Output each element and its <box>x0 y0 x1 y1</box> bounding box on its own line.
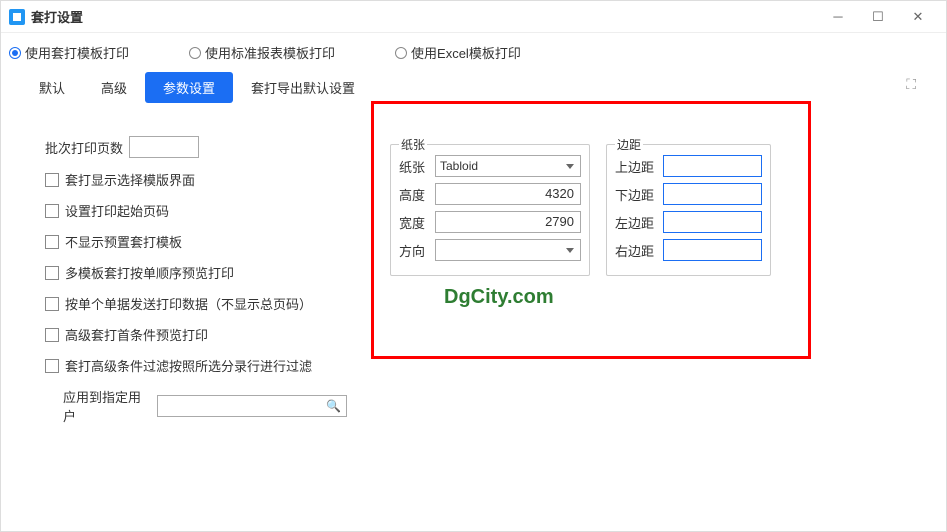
tab-default[interactable]: 默认 <box>21 72 83 103</box>
paper-fieldset: 纸张 纸张 Tabloid 高度 4320 宽度 2790 方向 <box>390 144 590 276</box>
checkbox-label: 高级套打首条件预览打印 <box>65 325 208 344</box>
right-panel: 纸张 纸张 Tabloid 高度 4320 宽度 2790 方向 <box>371 113 926 434</box>
apply-user-label: 应用到指定用户 <box>63 387 151 425</box>
radio-icon <box>189 47 201 59</box>
tab-advanced[interactable]: 高级 <box>83 72 145 103</box>
checkbox-multi-template-order[interactable] <box>45 266 59 280</box>
margin-bottom-label: 下边距 <box>615 185 663 204</box>
close-button[interactable]: ✕ <box>898 3 938 31</box>
margin-left-label: 左边距 <box>615 213 663 232</box>
height-label: 高度 <box>399 185 435 204</box>
batch-pages-input[interactable] <box>129 136 199 158</box>
margin-right-input[interactable] <box>663 239 762 261</box>
paper-label: 纸张 <box>399 157 435 176</box>
apply-user-input[interactable] <box>157 395 347 417</box>
batch-pages-label: 批次打印页数 <box>45 138 123 157</box>
margin-legend: 边距 <box>615 136 643 153</box>
search-icon[interactable]: 🔍 <box>326 399 341 413</box>
tab-param-settings[interactable]: 参数设置 <box>145 72 233 103</box>
radio-use-standard-template[interactable]: 使用标准报表模板打印 <box>189 43 335 62</box>
window-title: 套打设置 <box>31 7 818 26</box>
radio-label: 使用标准报表模板打印 <box>205 43 335 62</box>
paper-select[interactable]: Tabloid <box>435 155 581 177</box>
checkbox-label: 按单个单据发送打印数据（不显示总页码） <box>65 294 312 313</box>
checkbox-label: 设置打印起始页码 <box>65 201 169 220</box>
checkbox-label: 多模板套打按单顺序预览打印 <box>65 263 234 282</box>
checkbox-advanced-first-condition[interactable] <box>45 328 59 342</box>
checkbox-single-doc-send[interactable] <box>45 297 59 311</box>
checkbox-set-start-page[interactable] <box>45 204 59 218</box>
watermark-text: DgCity.com <box>444 286 554 309</box>
checkbox-advanced-filter-by-entry[interactable] <box>45 359 59 373</box>
radio-label: 使用Excel模板打印 <box>411 43 521 62</box>
minimize-button[interactable]: ─ <box>818 3 858 31</box>
checkbox-show-template-selection[interactable] <box>45 173 59 187</box>
left-panel: 批次打印页数 套打显示选择模版界面 设置打印起始页码 不显示预置套打模板 多模板… <box>21 113 371 434</box>
paper-legend: 纸张 <box>399 136 427 153</box>
checkbox-label: 不显示预置套打模板 <box>65 232 182 251</box>
tab-export-default[interactable]: 套打导出默认设置 <box>233 72 373 103</box>
title-bar: 套打设置 ─ ☐ ✕ <box>1 1 946 33</box>
app-icon <box>9 9 25 25</box>
margin-top-input[interactable] <box>663 155 762 177</box>
expand-icon[interactable]: ⛶ <box>906 76 916 93</box>
width-label: 宽度 <box>399 213 435 232</box>
radio-use-excel-template[interactable]: 使用Excel模板打印 <box>395 43 521 62</box>
maximize-button[interactable]: ☐ <box>858 3 898 31</box>
margin-right-label: 右边距 <box>615 241 663 260</box>
checkbox-hide-preset-templates[interactable] <box>45 235 59 249</box>
orientation-select[interactable] <box>435 239 581 261</box>
checkbox-label: 套打高级条件过滤按照所选分录行进行过滤 <box>65 356 312 375</box>
highlight-box: 纸张 纸张 Tabloid 高度 4320 宽度 2790 方向 <box>371 101 811 359</box>
radio-icon <box>9 47 21 59</box>
radio-use-overlay-template[interactable]: 使用套打模板打印 <box>9 43 129 62</box>
margin-left-input[interactable] <box>663 211 762 233</box>
height-value[interactable]: 4320 <box>435 183 581 205</box>
margin-top-label: 上边距 <box>615 157 663 176</box>
radio-icon <box>395 47 407 59</box>
margin-bottom-input[interactable] <box>663 183 762 205</box>
radio-label: 使用套打模板打印 <box>25 43 129 62</box>
margin-fieldset: 边距 上边距 下边距 左边距 右边距 <box>606 144 771 276</box>
orientation-label: 方向 <box>399 241 435 260</box>
checkbox-label: 套打显示选择模版界面 <box>65 170 195 189</box>
width-value[interactable]: 2790 <box>435 211 581 233</box>
